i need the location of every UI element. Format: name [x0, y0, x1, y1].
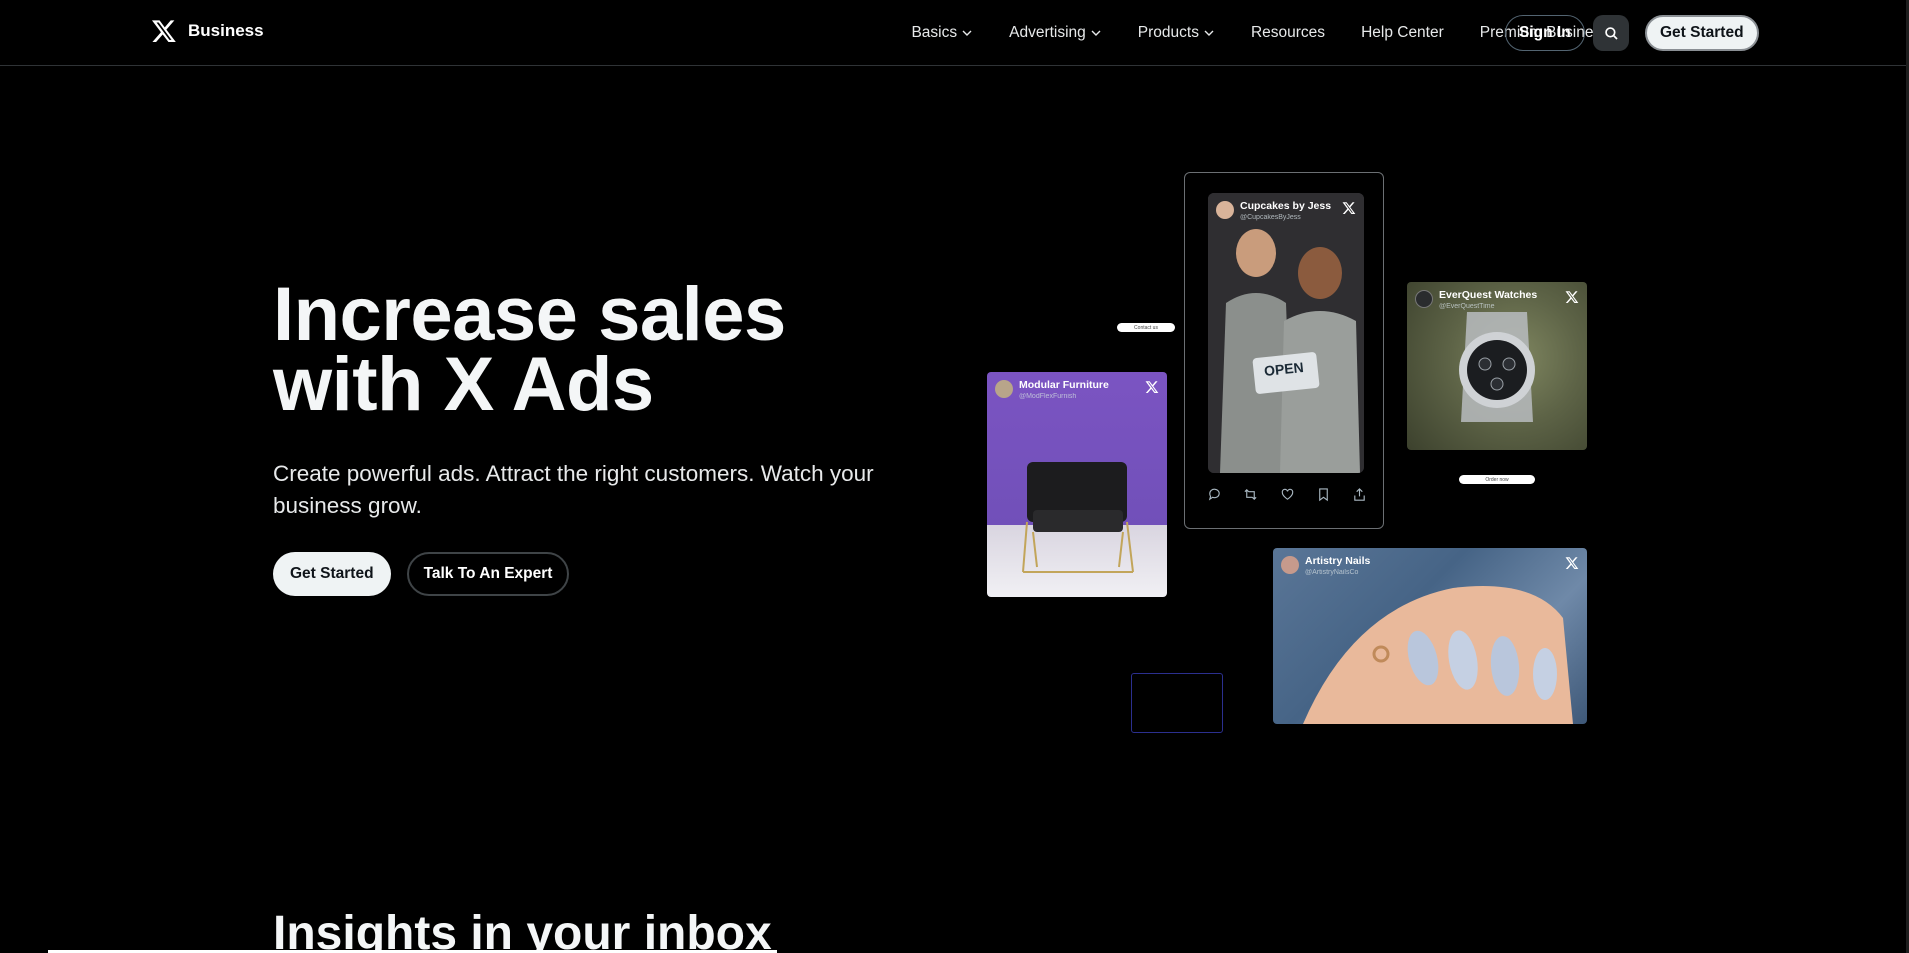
hero-cta-row: Get Started Talk To An Expert [273, 552, 570, 596]
post-actions [1207, 487, 1367, 502]
ad-phone-header: Cupcakes by Jess @CupcakesByJess [1216, 201, 1356, 223]
nav-basics-label: Basics [911, 24, 958, 41]
ad-account-handle: @ArtistryNailsCo [1305, 569, 1359, 576]
talk-to-expert-button[interactable]: Talk To An Expert [406, 552, 570, 596]
nav-help-center-label: Help Center [1361, 24, 1444, 41]
search-icon [1604, 26, 1618, 40]
x-logo-icon [1565, 290, 1579, 304]
reply-icon[interactable] [1207, 487, 1222, 502]
avatar [995, 380, 1013, 398]
ad-card-nails-header: Artistry Nails @ArtistryNailsCo [1281, 556, 1579, 578]
ad-account-handle: @ModFlexFurnish [1019, 393, 1077, 400]
contact-us-pill: Contact us [1117, 323, 1175, 332]
avatar [1216, 201, 1234, 219]
ad-account-name: EverQuest Watches [1439, 289, 1538, 301]
sign-in-button[interactable]: Sign In [1505, 15, 1585, 51]
nav-products[interactable]: Products [1138, 24, 1215, 42]
ad-placeholder-frame [1131, 673, 1223, 733]
x-logo-icon [1565, 556, 1579, 570]
nav-resources[interactable]: Resources [1251, 24, 1325, 42]
nav-advertising-label: Advertising [1009, 24, 1086, 41]
hero-title: Increase sales with X Ads [273, 272, 786, 427]
chevron-down-icon [962, 30, 972, 36]
ad-phone-media: OPEN Cupcakes by Jess @CupcakesByJess [1208, 193, 1364, 473]
like-icon[interactable] [1280, 487, 1295, 502]
share-icon[interactable] [1352, 487, 1367, 502]
search-button[interactable] [1593, 15, 1629, 51]
hero-subtitle: Create powerful ads. Attract the right c… [273, 461, 874, 518]
nav-basics[interactable]: Basics [911, 24, 973, 42]
nav-products-label: Products [1137, 24, 1199, 41]
nav-resources-label: Resources [1250, 24, 1326, 41]
ad-card-nails: Artistry Nails @ArtistryNailsCo [1273, 548, 1587, 724]
chevron-down-icon [1091, 30, 1101, 36]
x-logo-icon [1145, 380, 1159, 394]
nav-help-center[interactable]: Help Center [1361, 24, 1444, 42]
shop-owners-image [1208, 193, 1364, 473]
chair-image [1022, 462, 1134, 573]
avatar [1281, 556, 1299, 574]
brand-logo[interactable]: Business [151, 18, 264, 44]
bookmark-icon[interactable] [1316, 487, 1331, 502]
ad-account-name: Modular Furniture [1019, 379, 1109, 391]
brand-name: Business [188, 21, 264, 40]
x-logo-icon [151, 18, 177, 44]
ad-card-furniture-header: Modular Furniture @ModFlexFurnish [995, 380, 1159, 402]
repost-icon[interactable] [1243, 487, 1258, 502]
ad-account-handle: @CupcakesByJess [1240, 214, 1301, 221]
ad-card-watches: EverQuest Watches @EverQuestTime [1407, 282, 1587, 450]
nav-advertising[interactable]: Advertising [1009, 24, 1102, 42]
top-nav: Business Basics Advertising Products Res… [0, 0, 1909, 66]
ad-phone-cupcakes: OPEN Cupcakes by Jess @CupcakesByJess [1184, 172, 1384, 529]
ad-account-name: Cupcakes by Jess [1240, 200, 1332, 212]
ad-account-name: Artistry Nails [1305, 555, 1371, 567]
order-now-pill: Order now [1459, 475, 1535, 484]
ad-card-watches-header: EverQuest Watches @EverQuestTime [1415, 290, 1579, 312]
x-logo-icon [1342, 201, 1356, 215]
ad-card-furniture: Modular Furniture @ModFlexFurnish [987, 372, 1167, 597]
get-started-button[interactable]: Get Started [273, 552, 391, 596]
nav-get-started-button[interactable]: Get Started [1645, 15, 1759, 51]
chevron-down-icon [1204, 30, 1214, 36]
page: Business Basics Advertising Products Res… [0, 0, 1909, 953]
insights-title: Insights in your inbox [273, 907, 772, 953]
ad-account-handle: @EverQuestTime [1439, 303, 1495, 310]
avatar [1415, 290, 1433, 308]
